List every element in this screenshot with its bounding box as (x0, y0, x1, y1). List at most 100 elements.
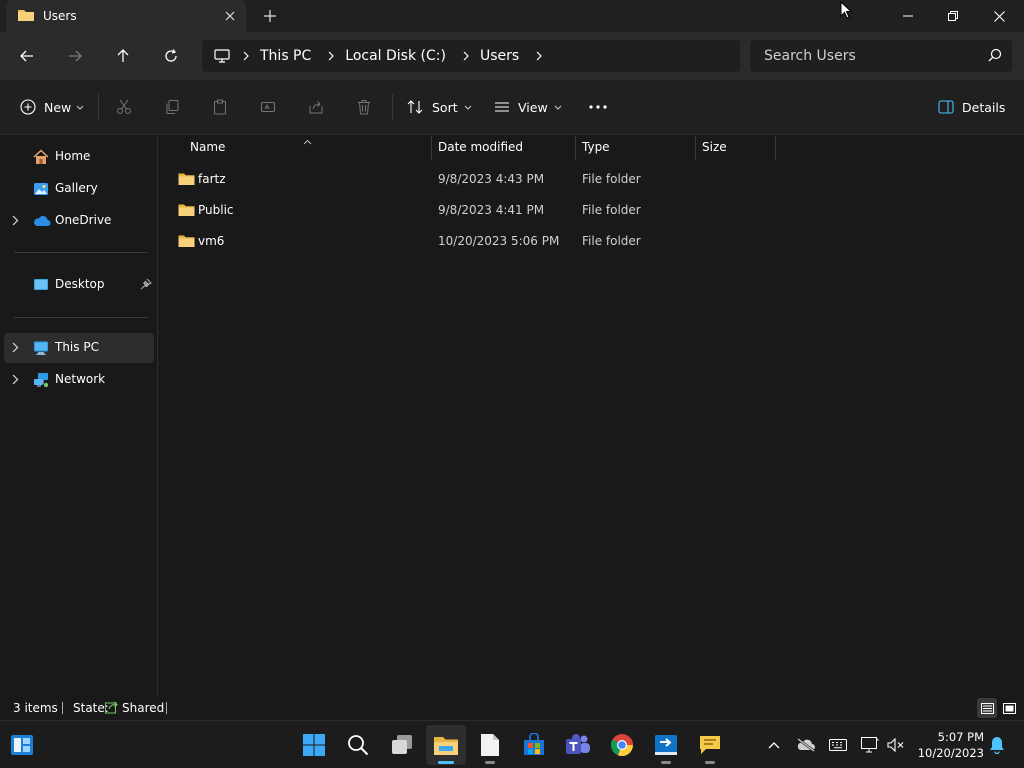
sort-up-icon (303, 134, 312, 148)
column-header-date[interactable]: Date modified (438, 140, 523, 154)
file-date: 9/8/2023 4:43 PM (438, 172, 545, 186)
file-name: Public (198, 203, 234, 217)
close-window-button[interactable] (976, 0, 1022, 32)
running-indicator (485, 761, 495, 764)
sidebar-item-onedrive[interactable]: OneDrive (4, 206, 154, 236)
sidebar-item-label: Home (55, 149, 91, 163)
column-divider[interactable] (431, 136, 432, 160)
folder-icon (178, 203, 195, 220)
chrome-taskbar-button[interactable] (602, 725, 642, 765)
desktop-icon (33, 277, 49, 296)
column-divider[interactable] (775, 136, 776, 160)
explorer-tab[interactable]: Users (6, 0, 246, 32)
keyboard-icon[interactable] (826, 733, 850, 757)
details-label: Details (962, 99, 1006, 115)
clipboard-icon (212, 99, 228, 115)
file-type: File folder (582, 172, 641, 186)
status-bar: 3 items State: Shared (0, 696, 1024, 720)
column-header-name[interactable]: Name (190, 140, 225, 154)
chevron-right-icon[interactable] (234, 51, 258, 61)
more-icon (589, 105, 607, 109)
display-icon[interactable] (858, 733, 882, 757)
widgets-button[interactable] (2, 725, 42, 765)
address-bar[interactable]: This PC Local Disk (C:) Users (202, 40, 740, 72)
column-divider[interactable] (695, 136, 696, 160)
table-row[interactable]: fartz 9/8/2023 4:43 PM File folder (170, 164, 774, 194)
pin-icon[interactable] (140, 278, 152, 293)
status-divider (62, 702, 63, 714)
chevron-right-icon[interactable] (527, 51, 551, 61)
search-icon[interactable] (988, 48, 1002, 65)
chevron-down-icon (554, 105, 562, 110)
back-button[interactable] (11, 40, 43, 72)
sticky-notes-taskbar-button[interactable] (690, 725, 730, 765)
sidebar-divider (14, 252, 148, 253)
sort-button[interactable]: Sort (407, 92, 472, 122)
sidebar-item-label: This PC (55, 340, 99, 354)
taskbar-search-button[interactable] (338, 725, 378, 765)
teams-taskbar-button[interactable] (558, 725, 598, 765)
title-bar: Users (0, 0, 1024, 32)
forward-button[interactable] (59, 40, 91, 72)
breadcrumb-users[interactable]: Users (480, 48, 519, 64)
chevron-right-icon[interactable] (12, 342, 19, 356)
chevron-right-icon[interactable] (319, 51, 343, 61)
details-view-button[interactable] (977, 698, 997, 718)
close-tab-icon[interactable] (220, 6, 240, 26)
notepad-taskbar-button[interactable] (470, 725, 510, 765)
chevron-right-icon[interactable] (12, 215, 19, 229)
search-input[interactable] (750, 40, 980, 72)
sidebar-item-gallery[interactable]: Gallery (4, 174, 154, 204)
start-button[interactable] (294, 725, 334, 765)
more-options-button[interactable] (589, 92, 607, 122)
column-header-type[interactable]: Type (582, 140, 610, 154)
status-divider (166, 702, 167, 714)
cloud-icon (33, 215, 51, 230)
details-pane-button[interactable]: Details (938, 92, 1005, 122)
share-button[interactable] (308, 92, 324, 122)
sidebar-item-network[interactable]: Network (4, 365, 154, 395)
chevron-right-icon[interactable] (454, 51, 478, 61)
up-button[interactable] (107, 40, 139, 72)
new-tab-button[interactable] (260, 6, 280, 26)
copy-button[interactable] (164, 92, 180, 122)
sidebar-item-desktop[interactable]: Desktop (4, 270, 154, 300)
breadcrumb-local-disk[interactable]: Local Disk (C:) (345, 48, 446, 64)
table-row[interactable]: Public 9/8/2023 4:41 PM File folder (170, 195, 774, 225)
view-button[interactable]: View (494, 92, 562, 122)
tiles-view-button[interactable] (999, 698, 1019, 718)
running-indicator (661, 761, 671, 764)
task-view-button[interactable] (382, 725, 422, 765)
chevron-up-icon[interactable] (762, 733, 786, 757)
sidebar-item-this-pc[interactable]: This PC (4, 333, 154, 363)
sort-icon (407, 99, 423, 115)
view-list-icon (494, 99, 510, 115)
minimize-button[interactable] (885, 0, 931, 32)
sidebar-item-label: Desktop (55, 277, 105, 291)
delete-button[interactable] (356, 92, 372, 122)
restore-button[interactable] (930, 0, 976, 32)
refresh-button[interactable] (155, 40, 187, 72)
details-pane-icon (938, 100, 954, 114)
column-header-size[interactable]: Size (702, 140, 727, 154)
sidebar-item-home[interactable]: Home (4, 142, 154, 172)
remote-desktop-taskbar-button[interactable] (646, 725, 686, 765)
cut-button[interactable] (116, 92, 132, 122)
paste-button[interactable] (212, 92, 228, 122)
file-explorer-taskbar-button[interactable] (426, 725, 466, 765)
shared-icon (105, 700, 119, 717)
speaker-muted-icon[interactable] (884, 733, 908, 757)
store-taskbar-button[interactable] (514, 725, 554, 765)
breadcrumb-this-pc[interactable]: This PC (260, 48, 311, 64)
new-button[interactable]: New (20, 92, 84, 122)
chevron-down-icon (76, 105, 84, 110)
clock[interactable]: 5:07 PM 10/20/2023 (914, 729, 984, 761)
rename-button[interactable] (260, 92, 276, 122)
onedrive-offline-icon[interactable] (794, 733, 818, 757)
chevron-right-icon[interactable] (12, 374, 19, 388)
notification-bell-icon[interactable] (985, 733, 1009, 757)
table-row[interactable]: vm6 10/20/2023 5:06 PM File folder (170, 226, 774, 256)
address-row: This PC Local Disk (C:) Users (0, 32, 1024, 80)
column-divider[interactable] (575, 136, 576, 160)
clock-time: 5:07 PM (937, 730, 984, 744)
